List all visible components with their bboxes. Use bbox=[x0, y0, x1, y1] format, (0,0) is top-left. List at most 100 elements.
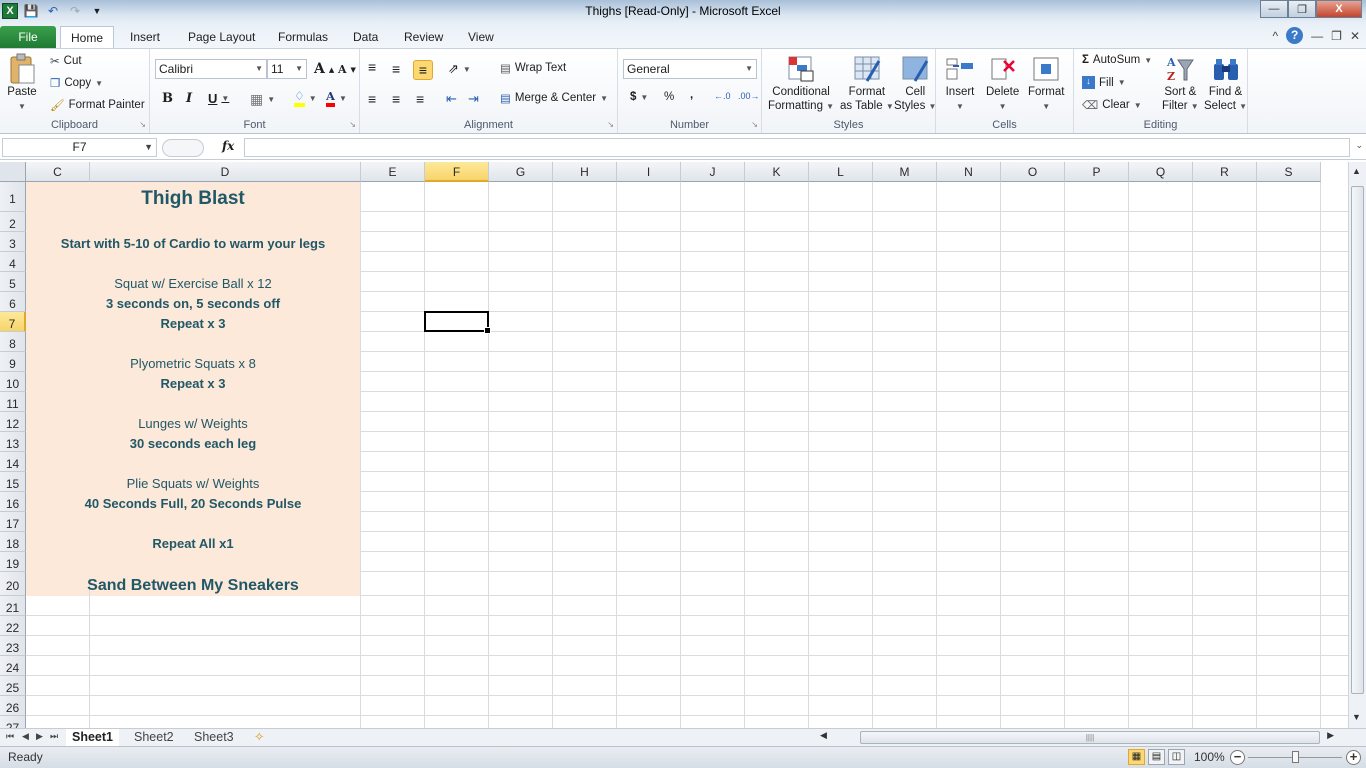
autosum-button[interactable]: Σ AutoSum ▼ bbox=[1082, 54, 1152, 66]
horizontal-scrollbar[interactable]: ◀ |||| ▶ bbox=[810, 730, 1346, 745]
dialog-launcher-icon[interactable]: ↘ bbox=[349, 120, 356, 129]
tab-file[interactable]: File bbox=[0, 26, 56, 48]
expand-formula-bar-icon[interactable]: ⌄ bbox=[1355, 140, 1363, 151]
fill-color-button[interactable]: ♢ ▼ bbox=[294, 89, 317, 107]
align-right-icon[interactable]: ≡ bbox=[416, 91, 424, 107]
page-layout-view-icon[interactable]: ▤ bbox=[1148, 749, 1165, 765]
clear-button[interactable]: ⌫ Clear ▼ bbox=[1082, 98, 1142, 112]
tab-insert[interactable]: Insert bbox=[120, 26, 170, 48]
tab-home[interactable]: Home bbox=[60, 26, 115, 48]
row-header-12[interactable]: 12 bbox=[0, 412, 26, 432]
row-header-8[interactable]: 8 bbox=[0, 332, 26, 352]
number-format-combo[interactable]: General ▼ bbox=[623, 59, 757, 79]
horizontal-scroll-thumb[interactable]: |||| bbox=[860, 731, 1320, 744]
row-header-25[interactable]: 25 bbox=[0, 676, 26, 696]
decrease-indent-icon[interactable]: ⇤ bbox=[446, 91, 457, 107]
dialog-launcher-icon[interactable]: ↘ bbox=[751, 120, 758, 129]
font-size-combo[interactable]: 11 ▼ bbox=[267, 59, 307, 79]
zoom-in-icon[interactable]: + bbox=[1346, 750, 1361, 765]
font-color-button[interactable]: A ▼ bbox=[326, 89, 347, 107]
column-header-s[interactable]: S bbox=[1257, 162, 1321, 182]
workbook-minimize-icon[interactable]: — bbox=[1311, 29, 1323, 43]
wrap-text-button[interactable]: ▤ Wrap Text bbox=[500, 61, 566, 75]
tab-formulas[interactable]: Formulas bbox=[268, 26, 338, 48]
cell-styles-button[interactable]: Cell Styles ▼ bbox=[894, 53, 936, 113]
sort-filter-button[interactable]: AZ Sort & Filter ▼ bbox=[1162, 53, 1199, 113]
row-header-16[interactable]: 16 bbox=[0, 492, 26, 512]
column-header-k[interactable]: K bbox=[745, 162, 809, 182]
cell-d6[interactable]: 3 seconds on, 5 seconds off bbox=[26, 292, 360, 312]
row-header-13[interactable]: 13 bbox=[0, 432, 26, 452]
column-header-p[interactable]: P bbox=[1065, 162, 1129, 182]
cell-d7[interactable]: Repeat x 3 bbox=[26, 312, 360, 332]
column-header-n[interactable]: N bbox=[937, 162, 1001, 182]
cell-d20[interactable]: Sand Between My Sneakers bbox=[26, 572, 360, 596]
format-as-table-button[interactable]: Format as Table ▼ bbox=[840, 53, 894, 113]
formula-bar-resize-handle[interactable] bbox=[162, 139, 204, 157]
formula-input[interactable] bbox=[244, 138, 1350, 157]
merge-center-button[interactable]: ▤ Merge & Center ▼ bbox=[500, 91, 608, 105]
format-cells-button[interactable]: Format ▼ bbox=[1028, 53, 1064, 113]
cell-d15[interactable]: Plie Squats w/ Weights bbox=[26, 472, 360, 492]
column-header-c[interactable]: C bbox=[26, 162, 90, 182]
active-cell-selection[interactable] bbox=[424, 311, 491, 334]
paste-button[interactable]: Paste ▼ bbox=[6, 53, 38, 113]
comma-button[interactable]: , bbox=[690, 89, 693, 101]
cell-d12[interactable]: Lunges w/ Weights bbox=[26, 412, 360, 432]
close-button[interactable]: X bbox=[1316, 0, 1362, 18]
grow-font-button[interactable]: A ▲ bbox=[314, 61, 334, 77]
spreadsheet-grid[interactable]: C D E F G H I J K L M N O P Q R S 1 2 3 4 5 6 7 8 9 10 11 12 13 14 15 16… bbox=[0, 162, 1348, 728]
minimize-button[interactable]: — bbox=[1260, 0, 1288, 18]
column-header-d[interactable]: D bbox=[90, 162, 361, 182]
column-header-o[interactable]: O bbox=[1001, 162, 1065, 182]
cell-d18[interactable]: Repeat All x1 bbox=[26, 532, 360, 552]
zoom-slider-thumb[interactable] bbox=[1292, 751, 1299, 763]
scroll-left-icon[interactable]: ◀ bbox=[820, 730, 827, 741]
top-align-icon[interactable]: ≡ bbox=[368, 59, 376, 75]
underline-button[interactable]: U ▼ bbox=[208, 91, 229, 106]
select-all-button[interactable] bbox=[0, 162, 26, 182]
zoom-level[interactable]: 100% bbox=[1194, 750, 1225, 764]
minimize-ribbon-icon[interactable]: ^ bbox=[1273, 29, 1279, 43]
scroll-right-icon[interactable]: ▶ bbox=[1327, 730, 1334, 741]
row-header-18[interactable]: 18 bbox=[0, 532, 26, 552]
column-header-i[interactable]: I bbox=[617, 162, 681, 182]
insert-function-icon[interactable]: fx bbox=[222, 139, 234, 153]
row-header-20[interactable]: 20 bbox=[0, 572, 26, 596]
column-header-r[interactable]: R bbox=[1193, 162, 1257, 182]
prev-sheet-icon[interactable]: ◀ bbox=[22, 731, 29, 742]
last-sheet-icon[interactable]: ⏭ bbox=[50, 731, 58, 742]
row-header-2[interactable]: 2 bbox=[0, 212, 26, 232]
column-header-g[interactable]: G bbox=[489, 162, 553, 182]
row-header-5[interactable]: 5 bbox=[0, 272, 26, 292]
cell-d9[interactable]: Plyometric Squats x 8 bbox=[26, 352, 360, 372]
page-break-preview-icon[interactable]: ◫ bbox=[1168, 749, 1185, 765]
column-header-q[interactable]: Q bbox=[1129, 162, 1193, 182]
row-header-3[interactable]: 3 bbox=[0, 232, 26, 252]
row-header-26[interactable]: 26 bbox=[0, 696, 26, 716]
row-header-19[interactable]: 19 bbox=[0, 552, 26, 572]
middle-align-icon[interactable]: ≡ bbox=[392, 61, 400, 77]
sheet-tab-sheet2[interactable]: Sheet2 bbox=[128, 729, 180, 746]
zoom-out-icon[interactable]: − bbox=[1230, 750, 1245, 765]
conditional-formatting-button[interactable]: Conditional Formatting ▼ bbox=[768, 53, 834, 113]
font-name-combo[interactable]: Calibri ▼ bbox=[155, 59, 267, 79]
copy-button[interactable]: ❐ Copy ▼ bbox=[50, 76, 103, 90]
workbook-restore-icon[interactable]: ❐ bbox=[1331, 29, 1342, 43]
insert-sheet-icon[interactable]: ✧ bbox=[248, 729, 270, 746]
cell-d16[interactable]: 40 Seconds Full, 20 Seconds Pulse bbox=[26, 492, 360, 512]
cell-d3[interactable]: Start with 5-10 of Cardio to warm your l… bbox=[26, 232, 360, 252]
cell-d10[interactable]: Repeat x 3 bbox=[26, 372, 360, 392]
workbook-close-icon[interactable]: ✕ bbox=[1350, 29, 1360, 43]
borders-button[interactable]: ▦ ▼ bbox=[250, 91, 275, 108]
row-header-10[interactable]: 10 bbox=[0, 372, 26, 392]
column-header-f[interactable]: F bbox=[425, 162, 489, 182]
fill-button[interactable]: ↓ Fill ▼ bbox=[1082, 76, 1126, 89]
format-painter-button[interactable]: 🖌 Format Painter bbox=[50, 98, 145, 112]
row-header-22[interactable]: 22 bbox=[0, 616, 26, 636]
scroll-down-icon[interactable]: ▼ bbox=[1352, 712, 1361, 722]
italic-button[interactable]: I bbox=[186, 91, 192, 106]
row-header-23[interactable]: 23 bbox=[0, 636, 26, 656]
column-header-m[interactable]: M bbox=[873, 162, 937, 182]
row-header-15[interactable]: 15 bbox=[0, 472, 26, 492]
